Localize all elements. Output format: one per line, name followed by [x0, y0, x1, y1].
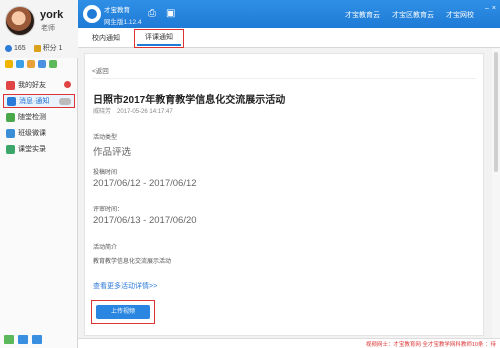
chat-icon[interactable] — [18, 335, 28, 344]
recording-icon — [6, 144, 15, 154]
camera-icon[interactable]: ▣ — [166, 9, 175, 19]
tool-icons — [5, 60, 57, 68]
field-value: 作品评选 — [93, 147, 132, 158]
notification-badge — [64, 81, 71, 88]
tab-label: 校内通知 — [92, 35, 120, 42]
friends-icon — [6, 80, 15, 90]
field-value: 教育教学信息化交流展示活动 — [93, 259, 172, 265]
sidebar-item-recording[interactable]: 课堂实录 — [3, 142, 75, 156]
minimize-icon[interactable]: – — [485, 5, 489, 12]
points-label: 积分 1 — [42, 45, 63, 52]
status-marquee: 视频网士：才宝教育网 全才宝教学网科教师10条 ：待 — [365, 342, 496, 348]
app-logo-icon — [83, 5, 101, 23]
points-icon — [33, 44, 41, 52]
sidebar: york 老师 165 积分 1 我的好友 消息·通知 随堂检测 班级微课 课堂… — [0, 0, 78, 348]
divider — [92, 78, 476, 79]
main-content: <返回 日照市2017年教育教学信息化交流展示活动 戚晓芳 2017-05-26 … — [78, 48, 492, 338]
shield-icon[interactable] — [38, 60, 46, 68]
status-bar: 视频网士：才宝教育网 全才宝教学网科教师10条 ：待 — [78, 338, 500, 348]
sidebar-item-label: 班级微课 — [18, 130, 46, 137]
avatar[interactable] — [5, 6, 35, 36]
notice-detail-card: <返回 日照市2017年教育教学信息化交流展示活动 戚晓芳 2017-05-26 … — [84, 53, 484, 336]
sidebar-item-label: 消息·通知 — [19, 98, 50, 105]
sidebar-item-microlesson[interactable]: 班级微课 — [3, 126, 75, 140]
microlesson-icon — [6, 128, 15, 138]
user-stats: 165 积分 1 — [5, 43, 63, 53]
monitor-icon[interactable] — [4, 335, 14, 344]
sidebar-item-label: 随堂检测 — [18, 114, 46, 121]
count-badge — [59, 98, 71, 105]
profile-panel: york 老师 165 积分 1 — [0, 0, 78, 58]
page-title: 日照市2017年教育教学信息化交流展示活动 — [93, 95, 286, 106]
sidebar-item-friends[interactable]: 我的好友 — [3, 78, 75, 92]
tab-school-notice[interactable]: 校内通知 — [92, 33, 123, 43]
notice-meta: 戚晓芳 2017-05-26 14:17:47 — [93, 106, 173, 115]
app-name: 才宝教育 — [104, 7, 130, 14]
tab-bar: 校内通知 评课通知 — [78, 28, 500, 48]
sidebar-item-messages[interactable]: 消息·通知 — [3, 94, 75, 108]
link-school[interactable]: 才宝网校 — [446, 10, 474, 20]
grid-icon[interactable] — [16, 60, 24, 68]
chrome-icon[interactable] — [27, 60, 35, 68]
app-header: 才宝教育 网生版1.12.4 ⎙ ▣ 才宝教育云 才宝区教育云 才宝网校 – × — [78, 0, 500, 28]
sidebar-menu: 我的好友 消息·通知 随堂检测 班级微课 课堂实录 — [0, 78, 78, 158]
upload-video-button[interactable]: 上传视频 — [96, 305, 150, 319]
field-value: 2017/06/13 - 2017/06/20 — [93, 215, 197, 226]
scrollbar[interactable] — [492, 48, 500, 338]
tab-evaluation-notice[interactable]: 评课通知 — [134, 29, 184, 48]
field-label: 活动类型 — [93, 135, 118, 141]
field-label: 评审时间： — [93, 207, 124, 213]
tab-label: 评课通知 — [145, 34, 173, 41]
field-label: 活动简介 — [93, 245, 118, 251]
user-icon[interactable] — [32, 335, 42, 344]
header-links: 才宝教育云 才宝区教育云 才宝网校 — [345, 10, 474, 20]
field-value: 2017/06/12 - 2017/06/12 — [93, 178, 197, 189]
sidebar-item-quiz[interactable]: 随堂检测 — [3, 110, 75, 124]
timestamp: 2017-05-26 14:17:47 — [117, 109, 173, 115]
close-icon[interactable]: × — [492, 5, 496, 12]
app-version: 网生版1.12.4 — [104, 19, 142, 26]
coin-count: 165 — [14, 44, 26, 52]
window-controls: – × — [485, 5, 496, 12]
coin-icon — [5, 44, 12, 52]
sidebar-item-label: 我的好友 — [18, 82, 46, 89]
screenshot-icon[interactable]: ⎙ — [148, 9, 156, 19]
upload-highlight: 上传视频 — [91, 300, 155, 324]
link-cloud[interactable]: 才宝教育云 — [345, 10, 380, 20]
message-icon — [7, 96, 16, 106]
user-name: york — [40, 9, 64, 21]
scrollbar-thumb[interactable] — [494, 52, 498, 172]
author: 戚晓芳 — [93, 109, 112, 115]
field-label: 投稿时间 — [93, 170, 118, 176]
back-link[interactable]: <返回 — [92, 65, 109, 75]
bottom-toolbar — [4, 335, 42, 344]
quiz-icon — [6, 112, 15, 122]
link-district-cloud[interactable]: 才宝区教育云 — [392, 10, 434, 20]
user-role: 老师 — [41, 25, 55, 32]
more-details-link[interactable]: 查看更多活动详情>> — [93, 281, 157, 291]
leaf-icon[interactable] — [49, 60, 57, 68]
sidebar-item-label: 课堂实录 — [18, 146, 46, 153]
star-icon[interactable] — [5, 60, 13, 68]
